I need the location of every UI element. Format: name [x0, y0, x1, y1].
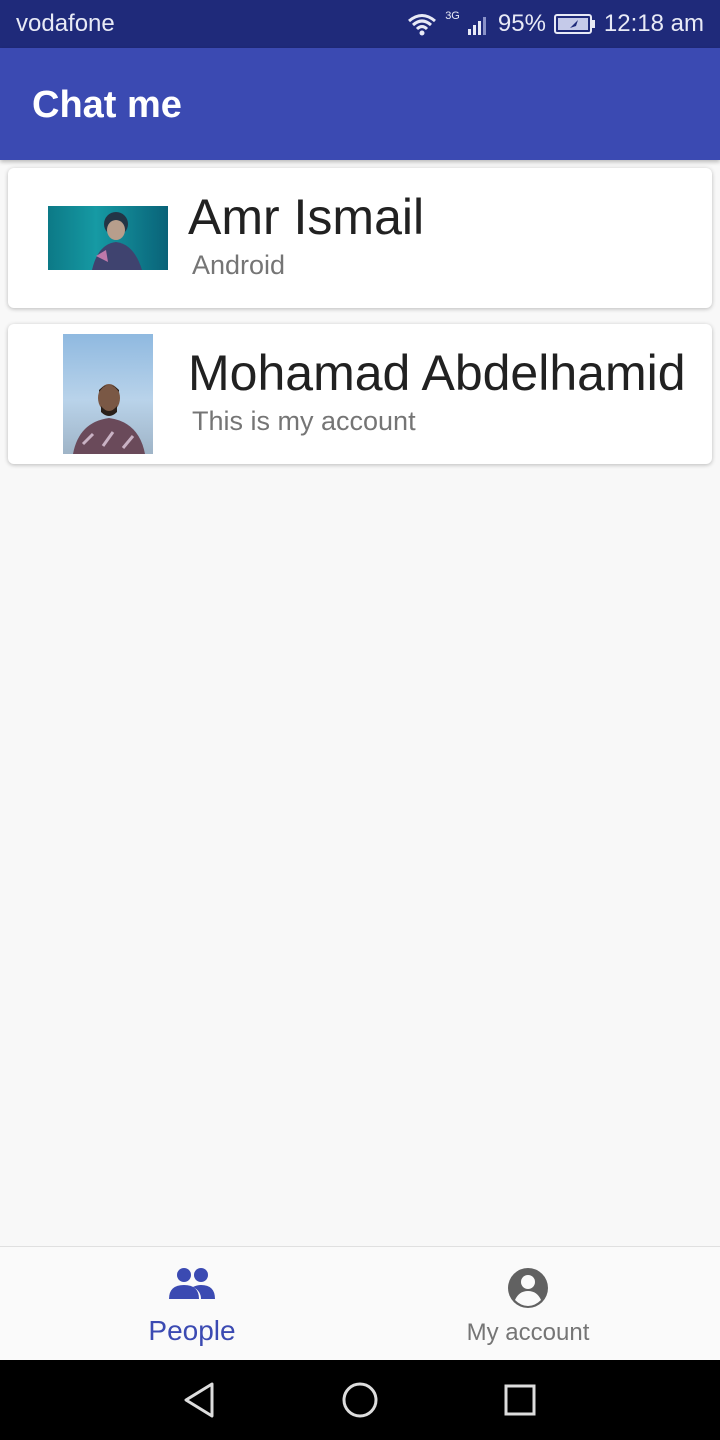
nav-label: People: [148, 1315, 236, 1346]
carrier-name: vodafone: [16, 10, 115, 37]
status-icons: 3G 95% 12:18 am: [407, 8, 704, 40]
battery-icon: [553, 13, 596, 35]
avatar: [63, 334, 153, 454]
person-card[interactable]: Amr Ismail Android: [8, 168, 712, 308]
battery-percent: 95%: [497, 10, 546, 37]
back-icon[interactable]: [180, 1380, 220, 1420]
nav-people[interactable]: People: [12, 1247, 372, 1361]
network-type: 3G: [445, 10, 460, 22]
clock: 12:18 am: [603, 10, 704, 37]
person-card[interactable]: Mohamad Abdelhamid This is my account: [8, 324, 712, 464]
person-name: Mohamad Abdelhamid: [188, 345, 686, 401]
home-icon[interactable]: [340, 1380, 380, 1420]
system-navigation-bar: [0, 1360, 720, 1440]
nav-my-account[interactable]: My account: [348, 1247, 708, 1361]
person-status: This is my account: [192, 406, 416, 436]
wifi-icon: [407, 12, 437, 36]
app-title: Chat me: [32, 84, 182, 126]
nav-label: My account: [466, 1319, 590, 1346]
account-circle-icon: [507, 1267, 549, 1314]
person-status: Android: [192, 250, 286, 280]
person-name: Amr Ismail: [188, 189, 425, 245]
status-bar: vodafone 3G 95% 12:18 am: [0, 0, 720, 48]
signal-icon: [467, 13, 490, 35]
app-bar: Chat me: [0, 48, 720, 160]
recents-icon[interactable]: [500, 1380, 540, 1420]
avatar: [48, 206, 168, 270]
people-icon: [169, 1267, 215, 1306]
bottom-navigation: People My account: [0, 1246, 720, 1361]
